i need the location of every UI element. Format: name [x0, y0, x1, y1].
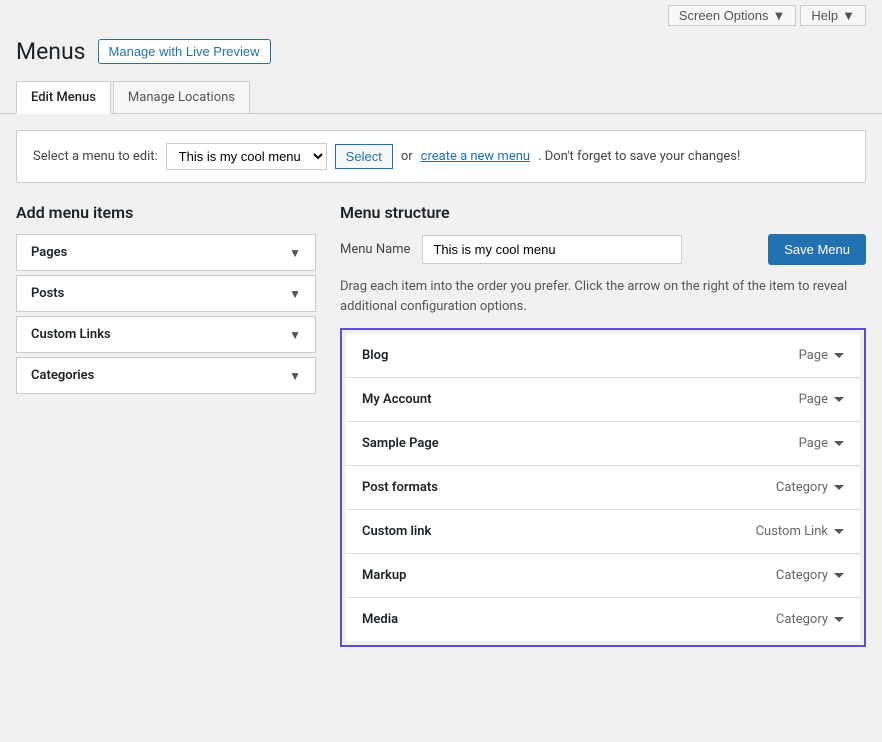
menu-item-custom-link[interactable]: Custom link Custom Link [346, 510, 860, 554]
accordion-posts-label: Posts [31, 286, 64, 301]
save-reminder-text: . Don't forget to save your changes! [538, 149, 740, 164]
menu-item-sample-page-chevron-icon [834, 441, 844, 446]
menu-item-post-formats[interactable]: Post formats Category [346, 466, 860, 510]
menu-item-sample-page-label: Sample Page [362, 436, 439, 451]
save-menu-button[interactable]: Save Menu [768, 234, 866, 265]
menu-item-markup[interactable]: Markup Category [346, 554, 860, 598]
accordion-pages-header[interactable]: Pages ▼ [17, 235, 315, 270]
menu-item-custom-link-label: Custom link [362, 524, 431, 539]
menu-item-blog-type-text: Page [799, 348, 828, 363]
accordion-categories-header[interactable]: Categories ▼ [17, 358, 315, 393]
menu-structure-title: Menu structure [340, 203, 866, 222]
menu-item-media-type: Category [776, 612, 844, 627]
menu-item-post-formats-type-text: Category [776, 480, 828, 495]
accordion-pages-label: Pages [31, 245, 67, 260]
accordion-categories-label: Categories [31, 368, 94, 383]
menu-select-dropdown[interactable]: This is my cool menu [166, 143, 327, 170]
page-header: Menus Manage with Live Preview [0, 30, 882, 65]
menu-item-sample-page-type-text: Page [799, 436, 828, 451]
select-menu-button[interactable]: Select [335, 144, 393, 169]
menu-item-markup-type: Category [776, 568, 844, 583]
add-menu-items-panel: Add menu items Pages ▼ Posts ▼ Custom Li… [16, 203, 316, 398]
menu-item-my-account-chevron-icon [834, 397, 844, 402]
page-title: Menus [16, 38, 86, 65]
menu-item-post-formats-type: Category [776, 480, 844, 495]
menu-item-post-formats-label: Post formats [362, 480, 438, 495]
accordion-custom-links-header[interactable]: Custom Links ▼ [17, 317, 315, 352]
accordion-custom-links: Custom Links ▼ [16, 316, 316, 353]
help-chevron-icon: ▼ [842, 8, 855, 23]
two-col-layout: Add menu items Pages ▼ Posts ▼ Custom Li… [16, 203, 866, 647]
menu-item-my-account-label: My Account [362, 392, 432, 407]
menu-item-blog-chevron-icon [834, 353, 844, 358]
accordion-pages: Pages ▼ [16, 234, 316, 271]
live-preview-label: Manage with Live Preview [109, 44, 260, 59]
help-button[interactable]: Help ▼ [800, 5, 866, 26]
menu-item-media-chevron-icon [834, 617, 844, 622]
menu-item-custom-link-chevron-icon [834, 529, 844, 534]
create-new-menu-link[interactable]: create a new menu [421, 149, 530, 164]
menu-item-media-label: Media [362, 612, 398, 627]
or-text: or [401, 149, 413, 164]
menu-item-blog[interactable]: Blog Page [346, 334, 860, 378]
add-menu-items-title: Add menu items [16, 203, 316, 222]
accordion-posts-chevron-icon: ▼ [289, 287, 301, 301]
accordion-custom-links-chevron-icon: ▼ [289, 328, 301, 342]
menu-item-my-account[interactable]: My Account Page [346, 378, 860, 422]
accordion-pages-chevron-icon: ▼ [289, 246, 301, 260]
menu-item-sample-page-type: Page [799, 436, 844, 451]
menu-item-my-account-type-text: Page [799, 392, 828, 407]
menu-item-custom-link-type: Custom Link [756, 524, 844, 539]
help-label: Help [811, 8, 838, 23]
tab-manage-locations[interactable]: Manage Locations [113, 81, 250, 113]
menu-item-sample-page[interactable]: Sample Page Page [346, 422, 860, 466]
screen-options-chevron-icon: ▼ [773, 8, 786, 23]
menu-items-container: Blog Page My Account Page Sample Page [340, 328, 866, 647]
menu-item-media[interactable]: Media Category [346, 598, 860, 641]
accordion-custom-links-label: Custom Links [31, 327, 111, 342]
menu-item-my-account-type: Page [799, 392, 844, 407]
screen-options-label: Screen Options [679, 8, 769, 23]
menu-item-blog-type: Page [799, 348, 844, 363]
menu-item-markup-label: Markup [362, 568, 406, 583]
menu-item-blog-label: Blog [362, 348, 388, 363]
menu-item-markup-type-text: Category [776, 568, 828, 583]
content-area: Select a menu to edit: This is my cool m… [0, 114, 882, 663]
menu-name-input[interactable] [422, 235, 682, 264]
accordion-categories: Categories ▼ [16, 357, 316, 394]
tabs-bar: Edit Menus Manage Locations [0, 73, 882, 114]
tab-edit-menus[interactable]: Edit Menus [16, 81, 111, 114]
drag-hint-text: Drag each item into the order you prefer… [340, 277, 866, 316]
menu-structure-panel: Menu structure Menu Name Save Menu Drag … [340, 203, 866, 647]
menu-item-markup-chevron-icon [834, 573, 844, 578]
select-menu-label: Select a menu to edit: [33, 149, 158, 164]
menu-name-label: Menu Name [340, 242, 410, 257]
live-preview-button[interactable]: Manage with Live Preview [98, 39, 271, 64]
accordion-posts-header[interactable]: Posts ▼ [17, 276, 315, 311]
menu-item-custom-link-type-text: Custom Link [756, 524, 828, 539]
top-bar: Screen Options ▼ Help ▼ [0, 0, 882, 30]
tab-manage-locations-label: Manage Locations [128, 90, 235, 105]
screen-options-button[interactable]: Screen Options ▼ [668, 5, 796, 26]
accordion-categories-chevron-icon: ▼ [289, 369, 301, 383]
accordion-posts: Posts ▼ [16, 275, 316, 312]
tab-edit-menus-label: Edit Menus [31, 90, 96, 105]
select-menu-bar: Select a menu to edit: This is my cool m… [16, 130, 866, 183]
menu-item-media-type-text: Category [776, 612, 828, 627]
menu-structure-header: Menu Name Save Menu [340, 234, 866, 265]
menu-item-post-formats-chevron-icon [834, 485, 844, 490]
